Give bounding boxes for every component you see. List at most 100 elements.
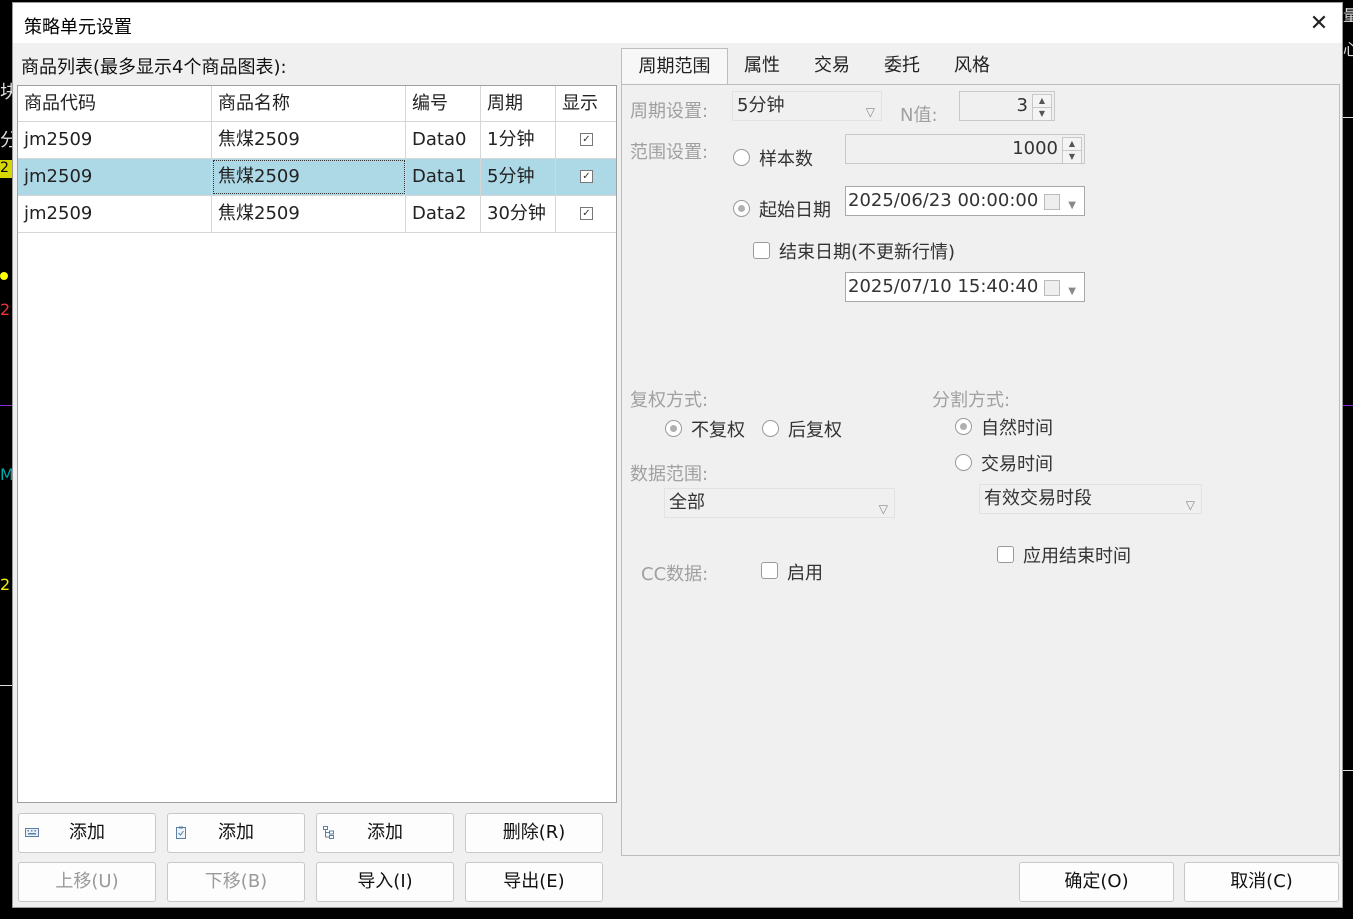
title-bar[interactable]: 策略单元设置 ✕ [13, 3, 1342, 43]
apply-end-time-checkbox[interactable] [997, 546, 1014, 563]
show-checkbox[interactable]: ✓ [580, 133, 593, 146]
show-checkbox[interactable]: ✓ [580, 207, 593, 220]
cell-name[interactable]: 焦煤2509 [212, 122, 406, 158]
bg-glyph: 2 [0, 300, 11, 319]
close-icon: ✕ [1309, 11, 1329, 36]
table-row[interactable]: jm2509 焦煤2509 Data2 30分钟 ✓ [18, 196, 616, 233]
chevron-down-icon: ▽ [1185, 498, 1195, 512]
adjust-none-radio[interactable] [665, 420, 682, 437]
show-checkbox[interactable]: ✓ [580, 170, 593, 183]
cell-code[interactable]: jm2509 [18, 122, 212, 158]
tab-period-range[interactable]: 周期范围 [621, 48, 728, 84]
delete-button[interactable]: 删除(R) [465, 813, 603, 853]
adjust-back-radio[interactable] [762, 420, 779, 437]
cc-enable-checkbox[interactable] [761, 562, 778, 579]
calendar-icon[interactable] [1044, 280, 1060, 296]
cell-period[interactable]: 30分钟 [481, 196, 556, 232]
keyboard-icon [25, 828, 39, 837]
dialog-title: 策略单元设置 [24, 17, 132, 38]
end-date-picker[interactable]: 2025/07/10 15:40:40 ▼ [845, 272, 1085, 302]
bg-line [1343, 770, 1353, 771]
data-range-value: 全部 [669, 492, 705, 513]
cell-code[interactable]: jm2509 [18, 159, 212, 195]
import-button[interactable]: 导入(I) [316, 862, 454, 902]
end-date-label[interactable]: 结束日期(不更新行情) [779, 238, 955, 264]
data-range-combo[interactable]: 全部 ▽ [664, 488, 895, 518]
calendar-icon[interactable] [1044, 194, 1060, 210]
background-app-left: 块 分 2 2 M 2 [0, 0, 12, 919]
cell-name[interactable]: 焦煤2509 [212, 159, 406, 195]
apply-end-time-label[interactable]: 应用结束时间 [1023, 542, 1131, 568]
table-row[interactable]: jm2509 焦煤2509 Data0 1分钟 ✓ [18, 122, 616, 159]
cell-id[interactable]: Data0 [406, 122, 481, 158]
sample-count-spinner[interactable]: 1000 ▲ ▼ [845, 134, 1085, 164]
bg-glyph: 分 [0, 130, 12, 151]
start-date-label[interactable]: 起始日期 [759, 196, 831, 222]
split-trade-label[interactable]: 交易时间 [981, 450, 1053, 476]
split-trade-radio[interactable] [955, 454, 972, 471]
add-tree-button[interactable]: 添加 [316, 813, 454, 853]
clipboard-icon [176, 826, 186, 839]
table-row-selected[interactable]: jm2509 焦煤2509 Data1 5分钟 ✓ [18, 159, 616, 196]
spin-down-icon[interactable]: ▼ [1032, 107, 1052, 121]
cell-name[interactable]: 焦煤2509 [212, 196, 406, 232]
start-date-radio[interactable] [733, 200, 750, 217]
cell-id[interactable]: Data2 [406, 196, 481, 232]
column-header-show[interactable]: 显示 [556, 86, 617, 122]
product-grid[interactable]: 商品代码 商品名称 编号 周期 显示 jm2509 焦煤2509 Data0 1… [17, 85, 617, 803]
column-header-id[interactable]: 编号 [406, 86, 481, 122]
period-range-panel: 周期设置: 5分钟 ▽ N值: 3 ▲ ▼ 范围设置: 样本数 1000 ▲ ▼… [621, 84, 1340, 856]
period-combo[interactable]: 5分钟 ▽ [732, 91, 882, 121]
sample-count-label[interactable]: 样本数 [759, 145, 813, 171]
split-natural-label[interactable]: 自然时间 [981, 414, 1053, 440]
column-header-code[interactable]: 商品代码 [18, 86, 212, 122]
trading-session-value: 有效交易时段 [984, 488, 1092, 509]
cell-period[interactable]: 1分钟 [481, 122, 556, 158]
spin-up-icon[interactable]: ▲ [1062, 137, 1082, 151]
column-header-name[interactable]: 商品名称 [212, 86, 406, 122]
add-keyboard-button[interactable]: 添加 [18, 813, 156, 853]
bg-line [1343, 405, 1353, 406]
spin-down-icon[interactable]: ▼ [1062, 150, 1082, 164]
column-header-period[interactable]: 周期 [481, 86, 556, 122]
period-setting-label: 周期设置: [630, 101, 709, 122]
sample-count-value: 1000 [1012, 138, 1058, 159]
start-date-picker[interactable]: 2025/06/23 00:00:00 ▼ [845, 186, 1085, 216]
add-tree-label: 添加 [367, 822, 403, 843]
move-down-button[interactable]: 下移(B) [167, 862, 305, 902]
tab-trading[interactable]: 交易 [801, 48, 863, 84]
add-clipboard-button[interactable]: 添加 [167, 813, 305, 853]
bg-line [0, 405, 12, 406]
end-date-checkbox[interactable] [753, 242, 770, 259]
sample-count-radio[interactable] [733, 149, 750, 166]
split-natural-radio[interactable] [955, 418, 972, 435]
adjust-none-label[interactable]: 不复权 [691, 416, 745, 442]
cc-data-label: CC数据: [641, 564, 709, 585]
data-range-label: 数据范围: [630, 464, 709, 485]
cell-code[interactable]: jm2509 [18, 196, 212, 232]
tab-style[interactable]: 风格 [941, 48, 1003, 84]
cell-id[interactable]: Data1 [406, 159, 481, 195]
cc-enable-label[interactable]: 启用 [787, 559, 823, 585]
product-list-caption: 商品列表(最多显示4个商品图表): [21, 57, 287, 78]
chevron-down-icon[interactable]: ▼ [1068, 192, 1076, 220]
cancel-button[interactable]: 取消(C) [1184, 862, 1339, 902]
chevron-down-icon[interactable]: ▼ [1068, 278, 1076, 306]
tab-orders[interactable]: 委托 [871, 48, 933, 84]
ok-button[interactable]: 确定(O) [1019, 862, 1174, 902]
add-clipboard-label: 添加 [218, 822, 254, 843]
export-button[interactable]: 导出(E) [465, 862, 603, 902]
tab-properties[interactable]: 属性 [731, 48, 793, 84]
adjust-back-label[interactable]: 后复权 [788, 416, 842, 442]
add-keyboard-label: 添加 [69, 822, 105, 843]
close-button[interactable]: ✕ [1302, 7, 1336, 41]
cell-show: ✓ [556, 196, 617, 232]
start-date-value: 2025/06/23 00:00:00 [848, 190, 1039, 211]
spin-up-icon[interactable]: ▲ [1032, 94, 1052, 108]
cell-period[interactable]: 5分钟 [481, 159, 556, 195]
n-value-spinner[interactable]: 3 ▲ ▼ [959, 91, 1055, 121]
period-combo-value: 5分钟 [737, 95, 785, 116]
tree-list-icon [323, 826, 334, 839]
trading-session-combo[interactable]: 有效交易时段 ▽ [979, 484, 1202, 514]
move-up-button[interactable]: 上移(U) [18, 862, 156, 902]
